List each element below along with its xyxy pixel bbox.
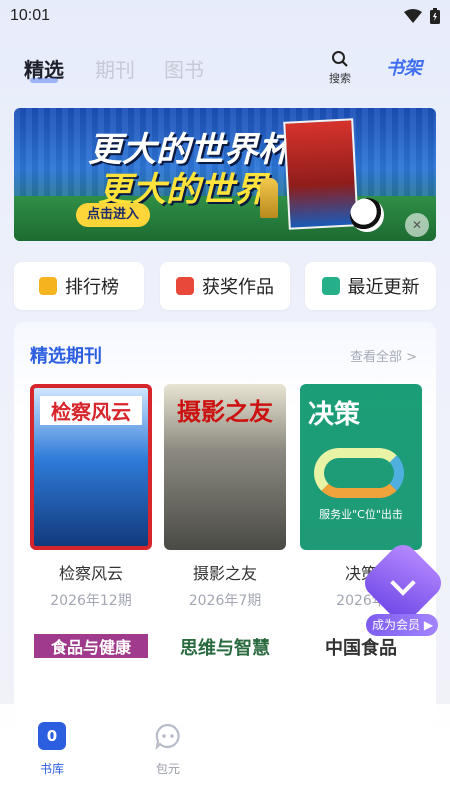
magazine-title: 检察风云 bbox=[58, 564, 123, 583]
magazine-title: 摄影之友 bbox=[192, 564, 257, 583]
trophy-icon bbox=[260, 178, 278, 218]
ranking-button[interactable]: 排行榜 bbox=[14, 262, 144, 310]
bottom-nav: 0 书库 包元 bbox=[0, 704, 450, 800]
vip-float-button[interactable]: 成为会员 ▶ bbox=[359, 539, 447, 638]
magazine-issue: 2026年7期 bbox=[188, 593, 262, 609]
tab-journals[interactable]: 期刊 bbox=[95, 54, 135, 83]
tab-books[interactable]: 图书 bbox=[164, 54, 204, 83]
award-works-label: 获奖作品 bbox=[202, 277, 274, 298]
top-nav: 精选 期刊 图书 搜索 书架 bbox=[0, 46, 450, 88]
cover-title: 决策 bbox=[308, 400, 361, 430]
featured-journals-card: 精选期刊 查看全部 > 检察风云 检察风云 2026年12期 摄影之友 摄影之友… bbox=[14, 322, 436, 722]
search-label: 搜索 bbox=[329, 72, 351, 85]
see-all-link[interactable]: 查看全部 > bbox=[350, 346, 417, 365]
bottom-nav-library[interactable]: 0 书库 bbox=[22, 722, 82, 777]
cover-title: 检察风云 bbox=[40, 396, 142, 425]
recent-updates-button[interactable]: 最近更新 bbox=[305, 262, 436, 310]
wifi-icon bbox=[404, 9, 422, 23]
ranking-icon bbox=[39, 277, 57, 295]
cover-title: 摄影之友 bbox=[177, 397, 273, 426]
magazine-issue: 2026年12期 bbox=[50, 593, 132, 609]
bottom-nav-chat[interactable]: 包元 bbox=[138, 722, 198, 777]
status-time: 10:01 bbox=[10, 7, 51, 24]
soccer-ball-icon bbox=[350, 198, 384, 232]
cover-infinity-graphic bbox=[314, 448, 404, 498]
cover-title: 食品与健康 bbox=[34, 634, 148, 658]
magazine-cover: 摄影之友 bbox=[164, 384, 286, 550]
banner-close-icon[interactable]: ✕ bbox=[405, 213, 429, 237]
become-member-label: 成为会员 ▶ bbox=[366, 614, 438, 636]
search-button[interactable]: 搜索 bbox=[322, 50, 358, 86]
battery-icon bbox=[430, 8, 440, 24]
banner-enter-button[interactable]: 点击进入 bbox=[76, 203, 150, 227]
award-icon bbox=[176, 277, 194, 295]
bottom-nav-label: 包元 bbox=[155, 762, 180, 776]
cover-title: 思维与智慧 bbox=[180, 638, 270, 659]
quick-links: 排行榜 获奖作品 最近更新 bbox=[14, 262, 436, 310]
ranking-label: 排行榜 bbox=[65, 277, 119, 298]
search-icon bbox=[332, 51, 348, 67]
banner-magazine-image bbox=[283, 118, 359, 230]
recent-updates-label: 最近更新 bbox=[347, 277, 420, 298]
magazine-cover: 决策 服务业"C位"出击 bbox=[300, 384, 422, 550]
magazine-cover: 检察风云 bbox=[30, 384, 152, 550]
bottom-nav-label: 书库 bbox=[39, 762, 64, 776]
library-icon: 0 bbox=[38, 722, 66, 750]
chat-bubble-icon bbox=[155, 723, 180, 750]
update-book-icon bbox=[321, 277, 340, 295]
bookshelf-tab[interactable]: 书架 bbox=[386, 54, 422, 80]
magazine-item[interactable]: 检察风云 检察风云 2026年12期 bbox=[30, 384, 152, 610]
award-works-button[interactable]: 获奖作品 bbox=[160, 262, 290, 310]
magazine-item[interactable]: 摄影之友 摄影之友 2026年7期 bbox=[164, 384, 286, 610]
status-bar: 10:01 bbox=[0, 0, 450, 32]
active-tab-indicator bbox=[30, 78, 58, 83]
status-icons bbox=[404, 8, 440, 24]
section-title: 精选期刊 bbox=[30, 346, 102, 367]
cover-subtitle: 服务业"C位"出击 bbox=[319, 508, 403, 521]
